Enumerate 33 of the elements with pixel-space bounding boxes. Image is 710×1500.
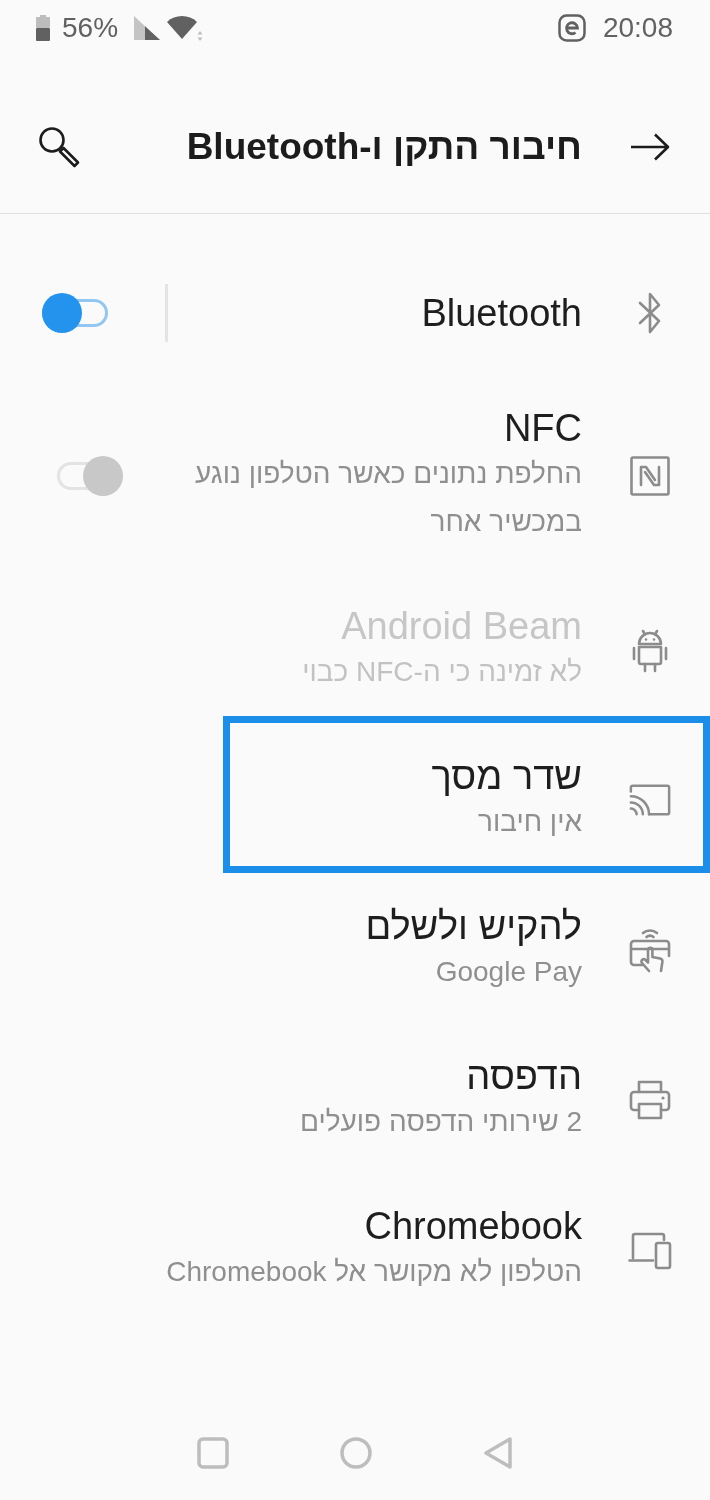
setting-title[interactable]: להקיש ולשלם <box>365 904 582 948</box>
bluetooth-icon <box>638 291 662 335</box>
setting-summary: לא זמינה כי ה-NFC כבוי <box>302 655 582 689</box>
android-robot-icon <box>632 627 668 673</box>
setting-summary: Google Pay <box>435 955 582 989</box>
back-arrow-icon[interactable] <box>630 132 670 161</box>
setting-title[interactable]: Bluetooth <box>421 291 582 335</box>
clock-time: 20:08 <box>602 12 673 44</box>
setting-title[interactable]: Chromebook <box>364 1204 582 1248</box>
battery-icon <box>36 15 50 41</box>
wifi-icon <box>166 14 203 42</box>
page-title: חיבור התקן ו-Bluetooth <box>185 124 582 169</box>
setting-title[interactable]: הדפסה <box>466 1054 582 1098</box>
toggle-switch[interactable] <box>42 293 108 333</box>
nfc-icon <box>630 456 670 496</box>
toggle-switch[interactable] <box>57 456 123 496</box>
notification-app-icon <box>557 14 586 42</box>
setting-summary: החלפת נתונים כאשר הטלפון נוגע במכשיר אחר <box>194 457 582 539</box>
cast-icon <box>628 782 672 818</box>
setting-title[interactable]: NFC <box>503 406 582 450</box>
setting-summary: אין חיבור <box>477 805 582 839</box>
card-tap-icon <box>628 926 672 974</box>
signal-icon <box>134 16 161 40</box>
battery-percent: 56% <box>62 12 119 44</box>
printer-icon <box>629 1080 671 1120</box>
laptop-phone-icon <box>628 1230 672 1270</box>
search-icon[interactable] <box>38 125 80 168</box>
setting-summary: הטלפון לא מקושר אל Chromebook <box>166 1255 582 1289</box>
back-triangle-icon[interactable] <box>483 1436 513 1470</box>
home-circle-icon[interactable] <box>340 1437 372 1469</box>
recent-apps-icon[interactable] <box>197 1437 229 1469</box>
setting-title[interactable]: שדר מסך <box>431 754 582 798</box>
setting-summary: 2 שירותי הדפסה פועלים <box>300 1105 582 1139</box>
